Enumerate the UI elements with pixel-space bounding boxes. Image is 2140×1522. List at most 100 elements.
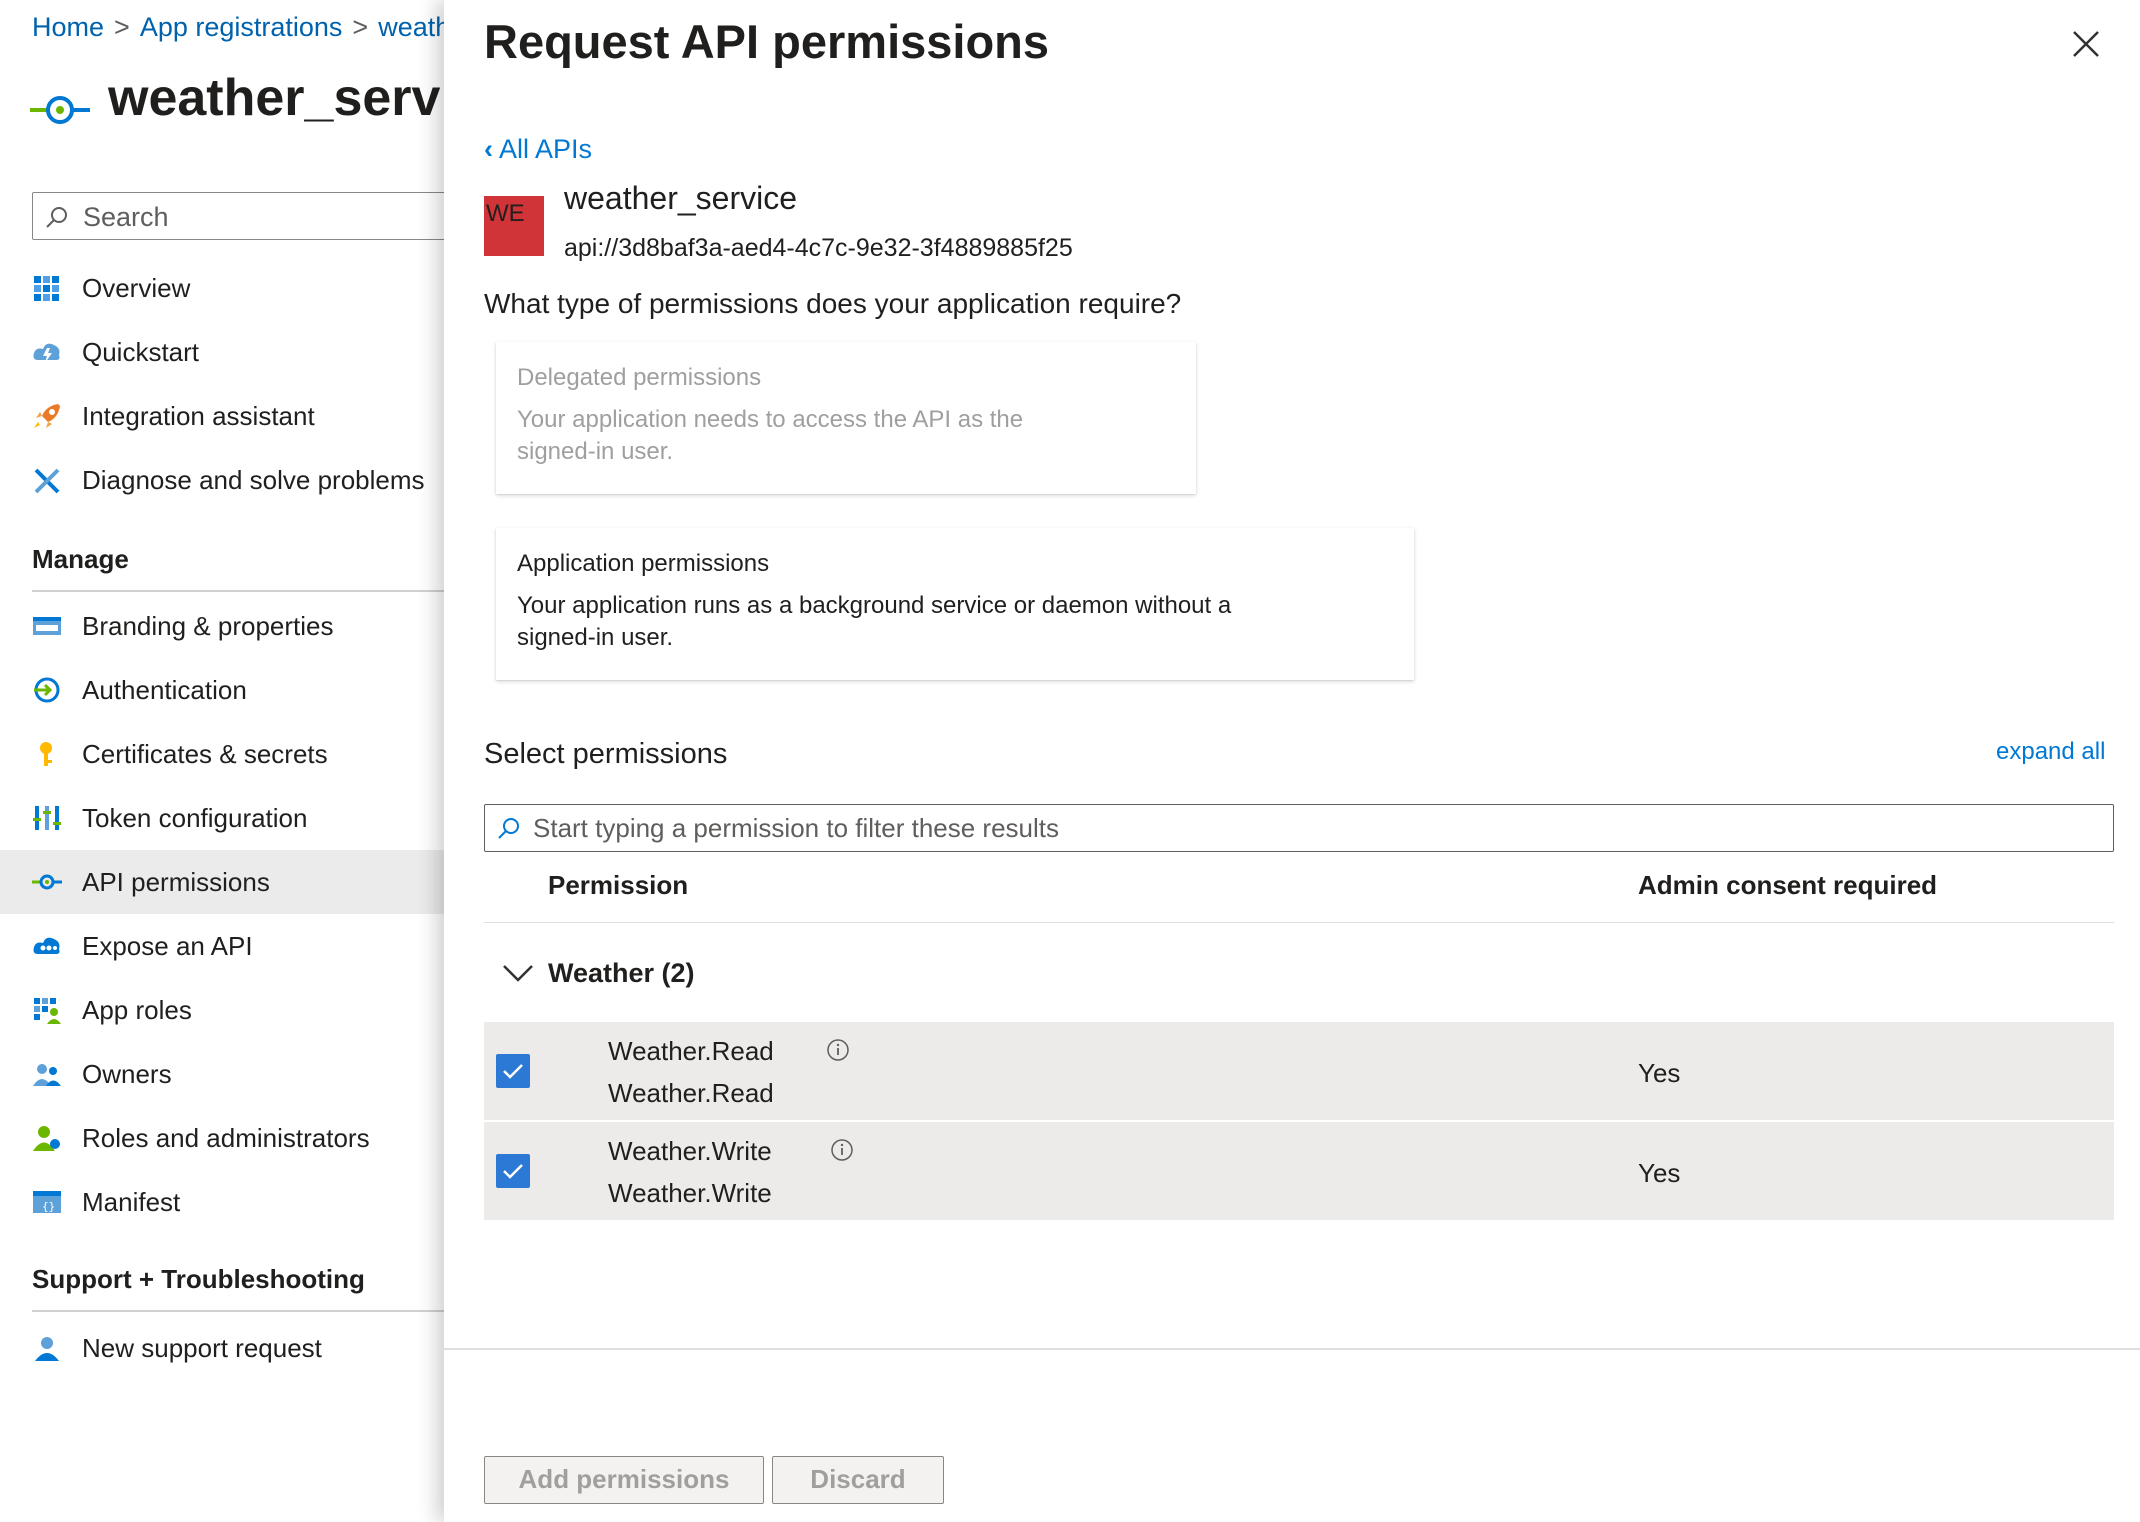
all-apis-link[interactable]: ‹ All APIs xyxy=(484,134,592,165)
owners-icon xyxy=(33,1064,61,1086)
permission-row[interactable]: Weather.Read Weather.Read Yes xyxy=(484,1022,2114,1120)
key-icon xyxy=(40,742,52,766)
checkmark-icon xyxy=(503,1064,523,1079)
branding-icon xyxy=(33,617,61,635)
nav-label: Certificates & secrets xyxy=(82,738,328,769)
group-label: Weather (2) xyxy=(548,958,695,988)
manage-heading: Manage xyxy=(32,544,129,574)
left-search-input[interactable]: Search xyxy=(32,192,444,240)
column-header-admin-consent[interactable]: Admin consent required xyxy=(1638,870,1937,901)
permission-checkbox[interactable] xyxy=(496,1054,530,1088)
search-icon xyxy=(498,818,519,839)
card-description-line: signed-in user. xyxy=(517,438,674,465)
panel-title: Request API permissions xyxy=(484,15,1050,68)
svg-text:{}: {} xyxy=(42,1200,55,1213)
permission-checkbox[interactable] xyxy=(496,1154,530,1188)
nav-item-branding[interactable]: Branding & properties xyxy=(0,594,444,658)
application-permissions-card[interactable]: Application permissions Your application… xyxy=(496,528,1414,680)
nav-item-authentication[interactable]: Authentication xyxy=(0,658,444,722)
admin-consent-value: Yes xyxy=(1638,1058,1681,1088)
token-bars-icon xyxy=(33,806,61,830)
breadcrumb: Home > App registrations > weather_service xyxy=(32,12,444,43)
filter-placeholder: Start typing a permission to filter thes… xyxy=(533,813,1060,843)
grid-icon xyxy=(34,276,59,301)
divider xyxy=(444,1348,2140,1350)
permission-group-weather[interactable]: Weather (2) xyxy=(484,948,2114,1004)
left-search-placeholder: Search xyxy=(83,202,169,232)
divider xyxy=(32,1310,444,1312)
card-description-line: Your application runs as a background se… xyxy=(517,592,1232,619)
nav-item-certificates[interactable]: Certificates & secrets xyxy=(0,722,444,786)
nav-label: Manifest xyxy=(82,1186,181,1217)
chevron-left-icon: ‹ xyxy=(484,134,493,164)
expand-all-link[interactable]: expand all xyxy=(1996,738,2105,766)
divider xyxy=(484,922,2114,923)
card-description: Your application needs to access the API… xyxy=(517,404,1023,468)
nav-label: API permissions xyxy=(82,866,270,897)
all-apis-label: All APIs xyxy=(499,134,593,164)
support-heading: Support + Troubleshooting xyxy=(32,1264,365,1294)
nav-label: Roles and administrators xyxy=(82,1122,370,1153)
nav-label: New support request xyxy=(82,1332,322,1363)
nav-item-manifest[interactable]: {} Manifest xyxy=(0,1170,444,1234)
add-permissions-button[interactable]: Add permissions xyxy=(484,1456,764,1504)
card-description: Your application runs as a background se… xyxy=(517,590,1231,654)
permission-description: Weather.Read xyxy=(608,1078,774,1108)
nav-label: Expose an API xyxy=(82,930,253,961)
discard-button[interactable]: Discard xyxy=(772,1456,944,1504)
app-registration-icon xyxy=(30,96,90,124)
nav-item-token-configuration[interactable]: Token configuration xyxy=(0,786,444,850)
left-blade: Home > App registrations > weather_service w… xyxy=(0,0,444,1522)
nav-item-quickstart[interactable]: Quickstart xyxy=(0,320,444,384)
nav-label: Owners xyxy=(82,1058,172,1089)
cloud-api-icon xyxy=(33,937,60,954)
nav-item-integration-assistant[interactable]: Integration assistant xyxy=(0,384,444,448)
chevron-down-icon xyxy=(503,965,533,982)
permission-name: Weather.Write xyxy=(608,1136,772,1166)
nav-item-new-support-request[interactable]: New support request xyxy=(0,1316,444,1380)
nav-item-app-roles[interactable]: App roles xyxy=(0,978,444,1042)
permission-filter-input[interactable]: Start typing a permission to filter thes… xyxy=(484,804,2114,852)
permission-row[interactable]: Weather.Write Weather.Write Yes xyxy=(484,1122,2114,1220)
close-icon[interactable] xyxy=(2066,24,2106,64)
nav-item-api-permissions[interactable]: API permissions xyxy=(0,850,444,914)
nav-item-owners[interactable]: Owners xyxy=(0,1042,444,1106)
card-title: Application permissions xyxy=(517,550,770,577)
search-icon xyxy=(46,207,67,228)
permission-name: Weather.Read xyxy=(608,1036,774,1066)
divider xyxy=(32,590,444,592)
app-roles-icon xyxy=(34,998,61,1024)
nav-label: Diagnose and solve problems xyxy=(82,464,425,495)
info-icon[interactable] xyxy=(826,1038,850,1062)
admin-consent-value: Yes xyxy=(1638,1158,1681,1188)
breadcrumb-home[interactable]: Home xyxy=(32,12,104,42)
request-api-permissions-panel: Request API permissions ‹ All APIs WE we… xyxy=(444,0,2140,1522)
card-description-line: signed-in user. xyxy=(517,624,674,651)
delegated-permissions-card[interactable]: Delegated permissions Your application n… xyxy=(496,342,1196,494)
nav-label: Overview xyxy=(82,272,191,303)
nav-item-roles-admins[interactable]: Roles and administrators xyxy=(0,1106,444,1170)
api-badge-text: WE xyxy=(486,200,525,227)
column-header-permission[interactable]: Permission xyxy=(548,870,688,901)
admin-icon xyxy=(33,1126,60,1151)
breadcrumb-separator: > xyxy=(352,12,369,42)
info-icon[interactable] xyxy=(830,1138,854,1162)
api-uri: api://3d8baf3a-aed4-4c7c-9e32-3f4889885f… xyxy=(564,234,1073,262)
nav-item-expose-api[interactable]: Expose an API xyxy=(0,914,444,978)
nav-label: Token configuration xyxy=(82,802,308,833)
api-name: weather_service xyxy=(564,180,797,216)
permission-type-question: What type of permissions does your appli… xyxy=(484,288,1182,319)
nav-item-diagnose[interactable]: Diagnose and solve problems xyxy=(0,448,444,512)
nav-label: Authentication xyxy=(82,674,247,705)
manifest-icon: {} xyxy=(33,1191,61,1213)
nav-item-overview[interactable]: Overview xyxy=(0,256,444,320)
cloud-bolt-icon xyxy=(33,343,60,363)
select-permissions-heading: Select permissions xyxy=(484,738,728,770)
nav-label: Branding & properties xyxy=(82,610,334,641)
breadcrumb-app[interactable]: weather_service xyxy=(378,12,444,42)
wrench-icon xyxy=(34,468,60,494)
breadcrumb-app-registrations[interactable]: App registrations xyxy=(140,12,343,42)
card-title: Delegated permissions xyxy=(517,364,762,391)
rocket-icon xyxy=(34,404,60,428)
auth-icon xyxy=(34,677,60,703)
